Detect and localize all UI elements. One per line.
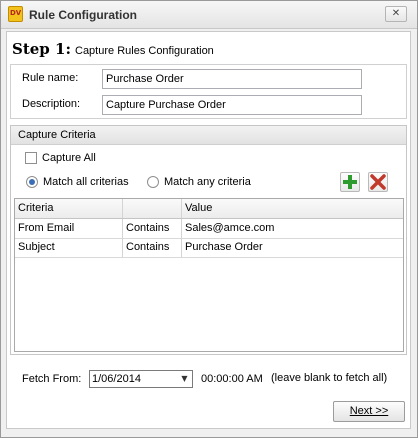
column-header-value[interactable]: Value [182, 199, 403, 218]
add-criteria-button[interactable] [340, 172, 360, 192]
add-plus-icon [343, 175, 357, 189]
criteria-value-cell[interactable]: Purchase Order [182, 238, 403, 257]
step-number: Step 1: [12, 40, 71, 58]
criteria-grid-header: Criteria Value [15, 199, 403, 219]
fetch-time-value: 00:00:00 AM [201, 373, 263, 385]
window-title: Rule Configuration [29, 8, 137, 22]
fetch-hint: (leave blank to fetch all) [271, 372, 388, 384]
app-logo-icon: DV [8, 6, 23, 22]
column-header-criteria[interactable]: Criteria [15, 199, 123, 218]
match-any-radio[interactable] [147, 176, 159, 188]
description-input[interactable]: Capture Purchase Order [102, 95, 362, 115]
match-all-radio[interactable] [26, 176, 38, 188]
criteria-value-cell[interactable]: Sales@amce.com [182, 219, 403, 238]
step-heading: Step 1: Capture Rules Configuration [12, 40, 214, 58]
criteria-operator-cell[interactable]: Contains [123, 238, 182, 257]
chevron-down-icon[interactable]: ▼ [177, 371, 192, 387]
table-row[interactable]: From Email Contains Sales@amce.com [15, 219, 403, 239]
match-any-label[interactable]: Match any criteria [164, 176, 251, 188]
match-all-label[interactable]: Match all criterias [43, 176, 129, 188]
close-button[interactable]: ✕ [385, 6, 407, 22]
fetch-date-picker[interactable]: 1/06/2014 ▼ [89, 370, 193, 388]
delete-criteria-button[interactable] [368, 172, 388, 192]
next-button[interactable]: Next >> [333, 401, 405, 422]
fetch-date-value[interactable]: 1/06/2014 [92, 373, 141, 385]
column-header-operator[interactable] [123, 199, 182, 218]
capture-all-label[interactable]: Capture All [42, 152, 96, 164]
criteria-field-cell[interactable]: Subject [15, 238, 123, 257]
capture-criteria-title: Capture Criteria [18, 129, 96, 141]
rule-details-group: Rule name: Purchase Order Description: C… [10, 64, 407, 119]
fetch-from-label: Fetch From: [22, 373, 82, 385]
criteria-field-cell[interactable]: From Email [15, 219, 123, 238]
title-bar: DV Rule Configuration ✕ [1, 1, 417, 29]
wizard-content: Step 1: Capture Rules Configuration Rule … [6, 31, 411, 429]
step-description: Capture Rules Configuration [75, 45, 214, 57]
next-button-label: Next >> [349, 405, 389, 417]
capture-criteria-header: Capture Criteria [11, 126, 406, 145]
criteria-grid: Criteria Value From Email Contains Sales… [14, 198, 404, 352]
rule-name-input[interactable]: Purchase Order [102, 69, 362, 89]
capture-criteria-group: Capture Criteria Capture All Match all c… [10, 125, 407, 355]
capture-all-checkbox[interactable] [25, 152, 37, 164]
rule-name-label: Rule name: [22, 72, 79, 84]
description-label: Description: [22, 98, 81, 110]
delete-x-icon [370, 174, 386, 190]
rule-configuration-window: DV Rule Configuration ✕ Step 1: Capture R… [0, 0, 418, 438]
criteria-operator-cell[interactable]: Contains [123, 219, 182, 238]
table-row[interactable]: Subject Contains Purchase Order [15, 238, 403, 258]
